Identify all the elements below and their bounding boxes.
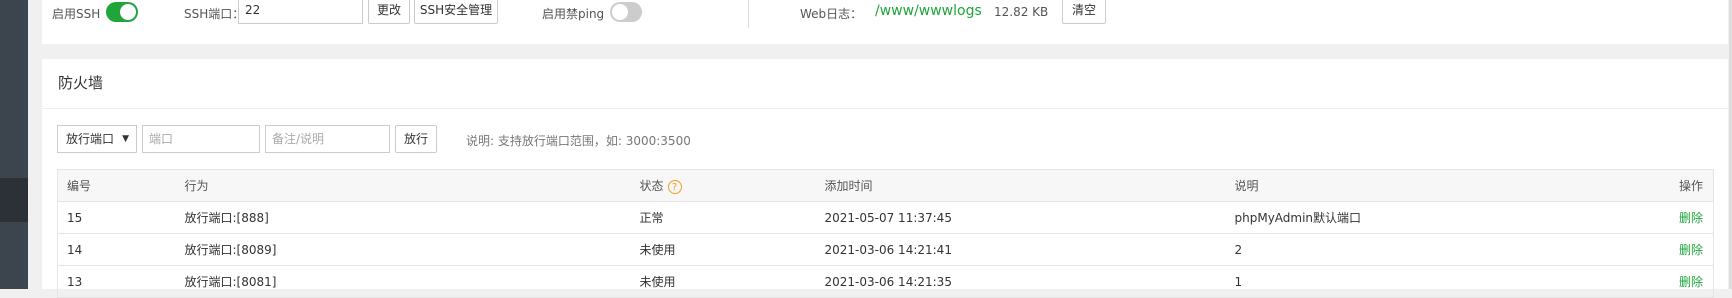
hint-text: 说明: 支持放行端口范围，如: 3000:3500 [466,134,691,148]
ssh-security-manage-button[interactable]: SSH安全管理 [414,0,498,24]
ssh-port-input[interactable] [238,0,363,24]
toggle-knob [120,4,136,20]
cell-op: 删除 [1623,233,1714,266]
col-note: 说明 [1225,169,1624,202]
table-row: 15 放行端口:[888] 正常 2021-05-07 11:37:45 php… [57,201,1714,234]
web-log-path-link[interactable]: /www/wwwlogs [875,3,982,19]
web-log-size: 12.82 KB [994,5,1049,19]
cell-status: 未使用 [630,233,816,266]
cell-time: 2021-05-07 11:37:45 [815,201,1226,234]
table-row: 14 放行端口:[8089] 未使用 2021-03-06 14:21:41 2… [57,233,1714,266]
note-input[interactable] [265,125,390,153]
cell-note: phpMyAdmin默认端口 [1225,201,1624,234]
ssh-port-label: SSH端口： [184,7,245,21]
cell-action: 放行端口:[888] [175,201,631,234]
sidebar [0,0,28,289]
panel-title: 防火墙 [58,74,104,92]
toggle-knob [612,4,628,20]
col-op: 操作 [1623,169,1714,202]
col-status-label: 状态 [639,179,664,193]
table-header: 编号 行为 状态? 添加时间 说明 操作 [57,169,1714,202]
ssh-settings-panel: 启用SSH SSH端口： 更改 SSH安全管理 启用禁ping Web日志： /… [42,0,1728,44]
disable-ping-label: 启用禁ping [542,7,605,21]
rule-type-value: 放行端口 [66,132,115,146]
col-action: 行为 [175,169,631,202]
col-time: 添加时间 [815,169,1226,202]
title-divider [42,108,1728,109]
cell-id: 13 [57,265,176,298]
question-circle-icon[interactable]: ? [667,179,682,194]
ssh-toggle[interactable] [106,2,138,22]
delete-link[interactable]: 删除 [1679,243,1703,257]
cell-id: 15 [57,201,176,234]
cell-op: 删除 [1623,201,1714,234]
delete-link[interactable]: 删除 [1679,211,1703,225]
cell-status: 未使用 [630,265,816,298]
caret-down-icon: ▼ [122,134,129,144]
cell-id: 14 [57,233,176,266]
cell-action: 放行端口:[8089] [175,233,631,266]
change-port-button[interactable]: 更改 [368,0,410,24]
cell-action: 放行端口:[8081] [175,265,631,298]
firewall-panel: 防火墙 放行端口 ▼ 放行 说明: 支持放行端口范围，如: 3000:3500 … [42,59,1728,298]
web-log-label: Web日志： [800,7,863,21]
clear-log-button[interactable]: 清空 [1062,0,1106,24]
cell-note: 1 [1225,265,1624,298]
port-input[interactable] [142,125,260,153]
sidebar-active-item[interactable] [0,178,28,222]
allow-button[interactable]: 放行 [395,125,437,153]
cell-note: 2 [1225,233,1624,266]
enable-ssh-label: 启用SSH [52,7,101,21]
rule-type-select[interactable]: 放行端口 ▼ [57,125,137,153]
divider [748,0,749,28]
cell-status: 正常 [630,201,816,234]
cell-op: 删除 [1623,265,1714,298]
col-status: 状态? [630,169,816,202]
firewall-table: 编号 行为 状态? 添加时间 说明 操作 15 放行端口:[888] 正常 20… [57,169,1714,298]
table-row: 13 放行端口:[8081] 未使用 2021-03-06 14:21:35 1… [57,265,1714,298]
delete-link[interactable]: 删除 [1679,275,1703,289]
cell-time: 2021-03-06 14:21:35 [815,265,1226,298]
ping-toggle[interactable] [610,2,642,22]
cell-time: 2021-03-06 14:21:41 [815,233,1226,266]
col-id: 编号 [57,169,176,202]
